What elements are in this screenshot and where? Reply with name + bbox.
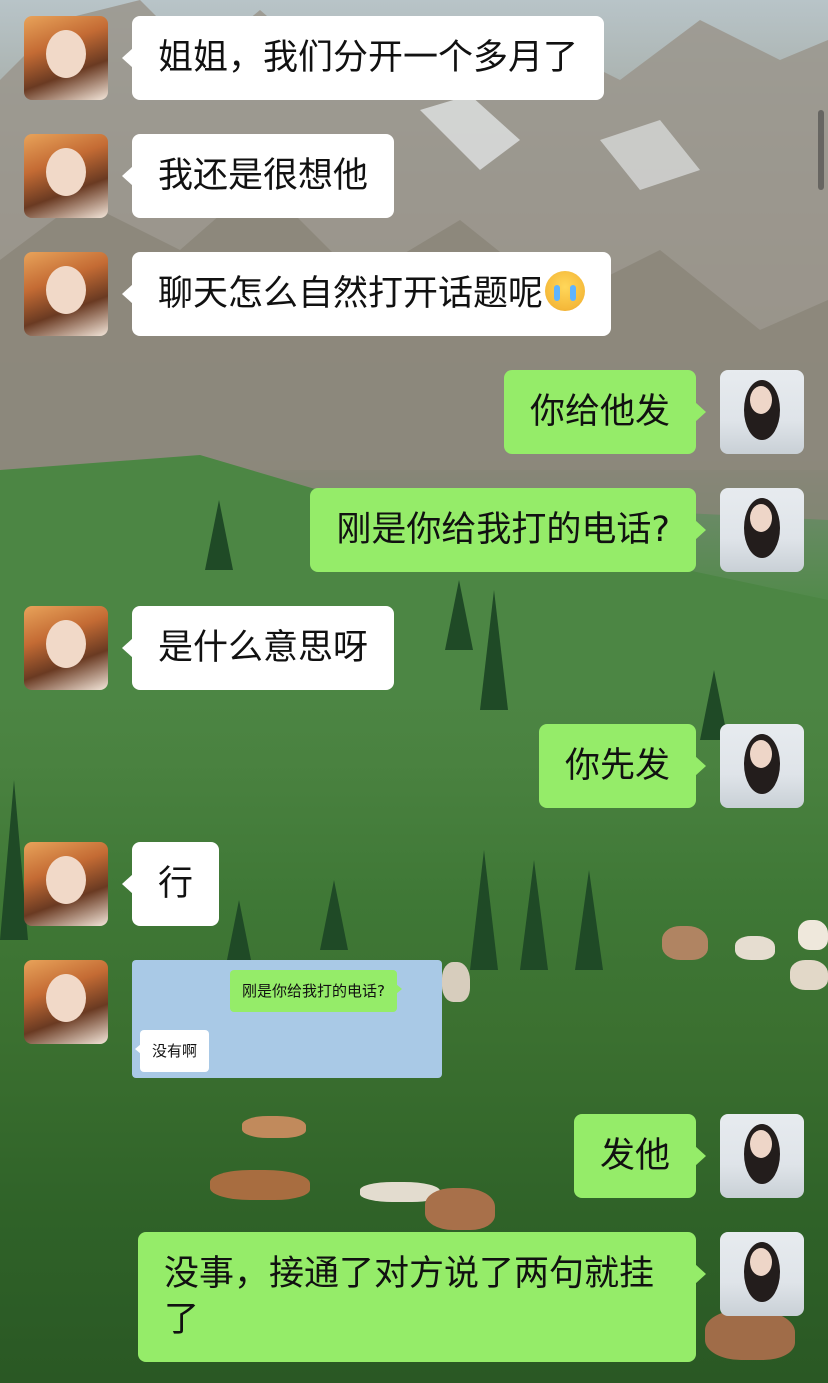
image-message-bubble-out: 刚是你给我打的电话?: [230, 970, 402, 1012]
avatar[interactable]: [24, 16, 108, 100]
sheep: [735, 936, 775, 960]
sheep: [790, 960, 828, 990]
message-bubble[interactable]: 是什么意思呀: [121, 606, 395, 690]
avatar[interactable]: [720, 724, 804, 808]
message-bubble[interactable]: 刚是你给我打的电话?: [310, 488, 706, 572]
avatar[interactable]: [24, 842, 108, 926]
message-bubble[interactable]: 聊天怎么自然打开话题呢: [121, 252, 612, 336]
avatar[interactable]: [24, 606, 108, 690]
sheep: [210, 1170, 310, 1200]
avatar[interactable]: [720, 1232, 804, 1316]
image-message-bubble-in: 没有啊: [134, 1030, 210, 1072]
message-bubble[interactable]: 我还是很想他: [121, 134, 395, 218]
message-bubble[interactable]: 发他: [573, 1114, 707, 1198]
avatar[interactable]: [24, 252, 108, 336]
tree: [470, 850, 498, 970]
sheep: [662, 926, 708, 960]
message-text: 聊天怎么自然打开话题呢: [158, 274, 544, 314]
avatar[interactable]: [24, 960, 108, 1044]
tree: [445, 580, 473, 650]
sheep: [798, 920, 828, 950]
mountain-background: [0, 0, 828, 700]
scrollbar[interactable]: [818, 110, 824, 190]
sheep: [425, 1188, 495, 1230]
tree: [520, 860, 548, 970]
image-message[interactable]: 刚是你给我打的电话? 没有啊: [132, 960, 442, 1078]
tree: [205, 500, 233, 570]
message-bubble[interactable]: 没事，接通了对方说了两句就挂了: [138, 1232, 706, 1362]
message-bubble[interactable]: 你先发: [538, 724, 707, 808]
avatar[interactable]: [720, 488, 804, 572]
tree: [320, 880, 348, 950]
crying-face-icon: [545, 271, 586, 311]
sheep: [442, 962, 470, 1002]
avatar[interactable]: [24, 134, 108, 218]
sheep: [705, 1310, 795, 1360]
avatar[interactable]: [720, 1114, 804, 1198]
avatar[interactable]: [720, 370, 804, 454]
tree: [480, 590, 508, 710]
chat-window: 姐姐，我们分开一个多月了 我还是很想他 聊天怎么自然打开话题呢 你给他发 刚是你…: [0, 0, 828, 1383]
message-bubble[interactable]: 行: [121, 842, 220, 926]
sheep: [242, 1116, 306, 1138]
message-bubble[interactable]: 你给他发: [503, 370, 707, 454]
tree: [575, 870, 603, 970]
message-bubble[interactable]: 姐姐，我们分开一个多月了: [121, 16, 605, 100]
